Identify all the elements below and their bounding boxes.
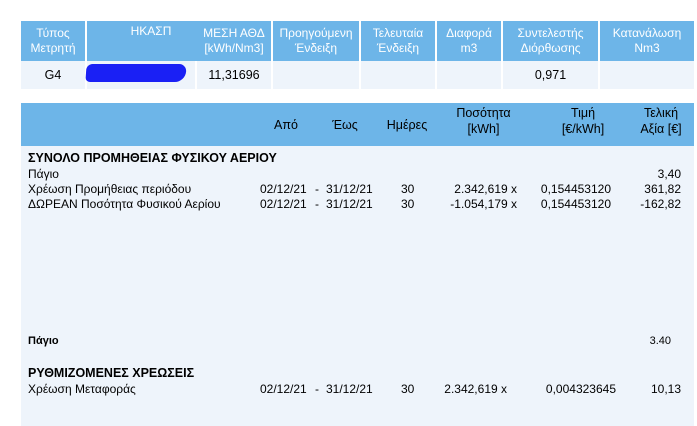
header-line: ΗΚΑΣΠ <box>130 24 172 38</box>
row-days: 30 <box>401 182 415 196</box>
row-total: -162,82 <box>640 197 681 211</box>
row-from: 02/12/21 <box>260 382 307 396</box>
correction-factor-value: 0,971 <box>534 68 567 82</box>
col-header-consumption: Κατανάλωση Nm3 <box>600 21 694 61</box>
col-header-previous-reading: Προηγούμενη Ένδειξη <box>273 21 359 61</box>
header-line: Αξία [€] <box>640 122 682 136</box>
fixed-charge-label: Πάγιο <box>28 167 59 181</box>
row-dash: - <box>315 197 319 211</box>
header-line: Κατανάλωση <box>612 26 682 40</box>
header-line: Τύπος <box>36 26 70 40</box>
row-description: Χρέωση Προμήθειας περιόδου <box>28 182 192 196</box>
header-line: m3 <box>460 41 478 55</box>
cell-bg <box>437 61 501 89</box>
row-description: ΔΩΡΕΑΝ Ποσότητα Φυσικού Αερίου <box>28 197 221 211</box>
section-title-regulated: ΡΥΘΜΙΖΟΜΕΝΕΣ ΧΡΕΩΣΕΙΣ <box>28 366 195 380</box>
col-header-meter-type: Τύπος Μετρητή <box>21 21 85 61</box>
header-days: Ημέρες <box>386 118 428 132</box>
row-price: 0,004323645 <box>545 382 616 396</box>
col-header-correction-factor: Συντελεστής Διόρθωσης <box>503 21 598 61</box>
header-line: Τιμή <box>570 106 596 120</box>
row-to: 31/12/21 <box>326 197 373 211</box>
meter-type-value: G4 <box>44 68 62 82</box>
header-line: Τελική <box>643 106 679 120</box>
header-line: [kWh] <box>467 122 500 136</box>
row-quantity: 2.342,619 x <box>454 182 517 196</box>
row-to: 31/12/21 <box>326 382 373 396</box>
fixed-total-label: Πάγιο <box>28 335 59 347</box>
charges-header: Από Έως Ημέρες Ποσότητα [kWh] Τιμή [€/kWh]… <box>21 103 694 146</box>
avg-gcv-value: 11,31696 <box>208 68 260 82</box>
charges-table: Από Έως Ημέρες Ποσότητα [kWh] Τιμή [€/kWh]… <box>21 103 694 426</box>
row-dash: - <box>315 382 319 396</box>
row-dash: - <box>315 182 319 196</box>
header-price: Τιμή [€/kWh] <box>548 105 618 137</box>
col-header-difference: Διαφορά m3 <box>437 21 501 61</box>
row-days: 30 <box>401 197 415 211</box>
header-to: Έως <box>332 118 358 132</box>
cell-bg <box>361 61 435 89</box>
row-from: 02/12/21 <box>260 197 307 211</box>
header-quantity: Ποσότητα [kWh] <box>446 105 521 137</box>
row-to: 31/12/21 <box>326 182 373 196</box>
row-total: 361,82 <box>644 182 681 196</box>
header-line: [kWh/Nm3] <box>204 41 264 55</box>
header-from: Από <box>274 118 298 132</box>
col-header-last-reading: Τελευταία Ένδειξη <box>361 21 435 61</box>
fixed-charge-value: 3,40 <box>657 167 681 181</box>
row-total: 10,13 <box>650 382 681 396</box>
header-line: Διόρθωσης <box>520 41 581 55</box>
redaction-mark <box>85 64 187 82</box>
header-line: Διαφορά <box>446 26 492 40</box>
header-line: Τελευταία <box>372 26 424 40</box>
row-days: 30 <box>401 382 415 396</box>
cell-bg <box>273 61 359 89</box>
header-line: Ένδειξη <box>294 41 338 55</box>
row-from: 02/12/21 <box>260 182 307 196</box>
col-header-avg-gcv: ΜΕΣΗ ΑΘΔ [kWh/Nm3] <box>197 21 271 61</box>
header-line: Ένδειξη <box>376 41 420 55</box>
row-quantity: 2.342,619 x <box>444 382 507 396</box>
header-line: ΜΕΣΗ ΑΘΔ <box>203 26 265 40</box>
row-price: 0,154453120 <box>540 197 611 211</box>
header-line: [€/kWh] <box>561 122 605 136</box>
row-price: 0,154453120 <box>540 182 611 196</box>
header-total: Τελική Αξία [€] <box>628 105 694 137</box>
row-description: Χρέωση Μεταφοράς <box>28 382 136 396</box>
header-line: Συντελεστής <box>517 26 584 40</box>
col-header-hkasp: ΗΚΑΣΠ <box>87 21 215 61</box>
header-line: Προηγούμενη <box>279 26 353 40</box>
header-line: Μετρητή <box>30 41 76 55</box>
cell-bg <box>600 61 694 89</box>
header-line: Nm3 <box>634 41 660 55</box>
row-quantity: -1.054,179 x <box>450 197 517 211</box>
fixed-total-value: 3.40 <box>649 335 671 347</box>
header-line: Ποσότητα <box>456 106 511 120</box>
section-title-supply: ΣΥΝΟΛΟ ΠΡΟΜΗΘΕΙΑΣ ΦΥΣΙΚΟΥ ΑΕΡΙΟΥ <box>28 151 277 165</box>
